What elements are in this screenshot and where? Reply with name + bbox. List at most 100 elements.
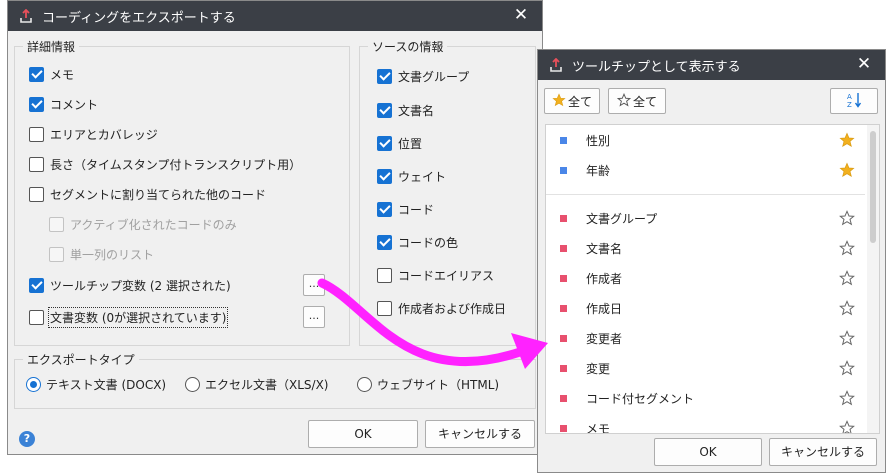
list-scrollbar[interactable] xyxy=(867,125,879,433)
source-checkbox-6[interactable]: コードエイリアス xyxy=(377,266,494,284)
checkbox-checked-icon[interactable] xyxy=(377,135,392,151)
source-checkbox-label: 文書グループ xyxy=(398,69,470,84)
details-checkbox-7[interactable]: ツールチップ変数 (2 選択された) xyxy=(29,276,231,294)
checkbox-checked-icon[interactable] xyxy=(377,68,392,84)
ok-button[interactable]: OK xyxy=(308,420,418,448)
checkbox-unchecked-icon[interactable] xyxy=(29,126,44,142)
source-checkbox-7[interactable]: 作成者および作成日 xyxy=(377,299,506,317)
variable-color-swatch xyxy=(560,304,567,312)
details-checkbox-2[interactable]: エリアとカバレッジ xyxy=(29,125,158,143)
source-checkbox-label: ウェイト xyxy=(398,169,447,184)
checkbox-checked-icon[interactable] xyxy=(29,277,44,293)
variable-row[interactable]: 変更者 xyxy=(546,323,865,353)
variable-row[interactable]: 文書グループ xyxy=(546,203,865,233)
radio-unselected-icon[interactable] xyxy=(185,376,200,392)
checkbox-checked-icon[interactable] xyxy=(377,168,392,184)
star-outline-icon[interactable] xyxy=(839,210,855,226)
checkbox-unchecked-icon[interactable] xyxy=(29,309,44,325)
details-checkbox-4[interactable]: セグメントに割り当てられた他のコード xyxy=(29,185,266,203)
source-checkbox-5[interactable]: コードの色 xyxy=(377,233,458,251)
variable-color-swatch xyxy=(560,166,567,174)
main-titlebar: コーディングをエクスポートする ✕ xyxy=(8,1,542,31)
svg-text:Z: Z xyxy=(847,101,852,109)
variable-row[interactable]: 年齢 xyxy=(546,155,865,185)
variable-row[interactable]: 変更 xyxy=(546,353,865,383)
main-dialog-title: コーディングをエクスポートする xyxy=(42,10,236,26)
help-icon[interactable]: ? xyxy=(19,431,35,447)
star-outline-icon[interactable] xyxy=(839,240,855,256)
star-filled-icon[interactable] xyxy=(839,162,855,178)
source-checkbox-label: コードの色 xyxy=(398,235,459,250)
variable-row[interactable]: メモ xyxy=(546,413,865,433)
details-checkbox-8[interactable]: 文書変数 (0が選択されています) xyxy=(29,306,229,328)
unstar-all-label: 全て xyxy=(632,94,657,109)
tooltip-ok-button[interactable]: OK xyxy=(654,438,762,466)
source-checkbox-1[interactable]: 文書名 xyxy=(377,101,434,119)
radio-selected-icon[interactable] xyxy=(26,376,41,392)
variable-row[interactable]: 性別 xyxy=(546,125,865,155)
tooltip-variables-options-button[interactable]: ... xyxy=(303,274,325,296)
source-checkbox-label: コードエイリアス xyxy=(398,268,495,283)
checkbox-checked-icon[interactable] xyxy=(377,102,392,118)
details-checkbox-label: セグメントに割り当てられた他のコード xyxy=(50,187,267,202)
star-outline-icon[interactable] xyxy=(839,420,855,433)
source-checkbox-3[interactable]: ウェイト xyxy=(377,167,446,185)
export-type-radio-2[interactable]: ウェブサイト（HTML) xyxy=(357,375,499,393)
checkbox-unchecked-icon[interactable] xyxy=(29,186,44,202)
star-filled-icon xyxy=(552,92,566,110)
details-group-title: 詳細情報 xyxy=(23,38,80,55)
star-all-button[interactable]: 全て xyxy=(544,88,600,114)
export-type-radio-label: ウェブサイト（HTML) xyxy=(377,377,500,392)
source-checkbox-0[interactable]: 文書グループ xyxy=(377,67,469,85)
details-checkbox-label: アクティブ化されたコードのみ xyxy=(70,217,237,232)
source-checkbox-2[interactable]: 位置 xyxy=(377,134,422,152)
document-variables-options-button[interactable]: ... xyxy=(303,306,325,328)
checkbox-checked-icon[interactable] xyxy=(377,201,392,217)
checkbox-unchecked-icon[interactable] xyxy=(377,267,392,283)
details-checkbox-6: 単一列のリスト xyxy=(49,245,154,263)
checkbox-checked-icon[interactable] xyxy=(377,234,392,250)
star-filled-icon[interactable] xyxy=(839,132,855,148)
star-outline-icon[interactable] xyxy=(839,270,855,286)
variable-row[interactable]: 作成者 xyxy=(546,263,865,293)
variable-name: 文書グループ xyxy=(586,211,658,226)
details-checkbox-label: 文書変数 (0が選択されています) xyxy=(47,306,229,328)
star-outline-icon[interactable] xyxy=(839,360,855,376)
export-type-group-title: エクスポートタイプ xyxy=(23,351,139,368)
star-outline-icon[interactable] xyxy=(839,300,855,316)
checkbox-unchecked-icon[interactable] xyxy=(29,156,44,172)
close-icon[interactable]: ✕ xyxy=(855,55,873,73)
star-outline-icon[interactable] xyxy=(839,330,855,346)
details-checkbox-0[interactable]: メモ xyxy=(29,65,74,83)
scroll-thumb[interactable] xyxy=(870,131,876,243)
unstar-all-button[interactable]: 全て xyxy=(608,88,666,114)
source-checkbox-label: 位置 xyxy=(398,136,423,151)
cancel-button[interactable]: キャンセルする xyxy=(425,420,535,448)
variable-color-swatch xyxy=(560,214,567,222)
details-checkbox-3[interactable]: 長さ（タイムスタンプ付トランスクリプト用） xyxy=(29,155,301,173)
star-outline-icon[interactable] xyxy=(839,390,855,406)
checkbox-checked-icon[interactable] xyxy=(29,96,44,112)
details-checkbox-label: メモ xyxy=(50,67,75,82)
variable-row[interactable]: 文書名 xyxy=(546,233,865,263)
radio-unselected-icon[interactable] xyxy=(357,376,372,392)
sort-button[interactable]: A Z xyxy=(830,88,878,114)
details-checkbox-label: エリアとカバレッジ xyxy=(50,127,158,142)
tooltip-dialog: ツールチップとして表示する ✕ 全て 全て A Z 性別 年齢 文書グループ 文書名作… xyxy=(537,49,886,473)
variable-name: 作成者 xyxy=(586,271,623,286)
export-icon xyxy=(18,8,34,24)
tooltip-cancel-button[interactable]: キャンセルする xyxy=(769,438,877,466)
details-checkbox-1[interactable]: コメント xyxy=(29,95,98,113)
source-checkbox-4[interactable]: コード xyxy=(377,200,434,218)
variable-row[interactable]: コード付セグメント xyxy=(546,383,865,413)
variable-row[interactable]: 作成日 xyxy=(546,293,865,323)
checkbox-checked-icon[interactable] xyxy=(29,66,44,82)
variable-color-swatch xyxy=(560,394,567,402)
checkbox-unchecked-icon[interactable] xyxy=(377,300,392,316)
export-type-radio-0[interactable]: テキスト文書 (DOCX) xyxy=(26,375,166,393)
export-type-radio-label: エクセル文書（XLS/X) xyxy=(205,377,329,392)
checkbox-unchecked-icon xyxy=(49,246,64,262)
close-icon[interactable]: ✕ xyxy=(512,6,530,24)
details-checkbox-label: 単一列のリスト xyxy=(70,247,155,262)
export-type-radio-1[interactable]: エクセル文書（XLS/X) xyxy=(185,375,328,393)
